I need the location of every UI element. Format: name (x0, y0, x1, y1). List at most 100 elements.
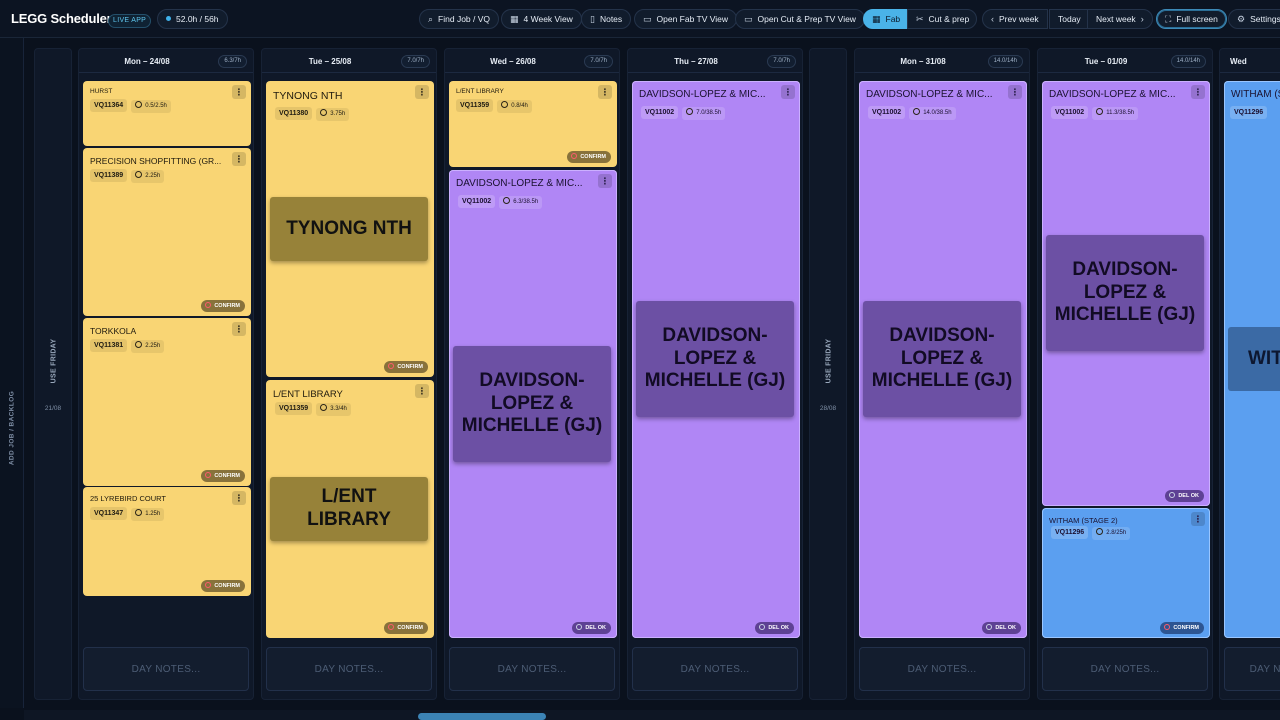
expand-icon: ⛶ (1165, 14, 1172, 24)
find-job-button[interactable]: ⌕ Find Job / VQ (419, 9, 500, 29)
card-menu-icon[interactable]: ⋮ (781, 85, 795, 99)
card-menu-icon[interactable]: ⋮ (1191, 85, 1205, 99)
job-card[interactable]: DAVIDSON-LOPEZ & MIC... ⋮ VQ11002 14.0/38… (859, 81, 1027, 638)
job-hours: 14.0/38.5h (909, 107, 956, 120)
next-week-button[interactable]: Next week › (1087, 9, 1153, 29)
day-notes-input[interactable]: DAY NOTES... (859, 647, 1025, 691)
fab-label: Fab (885, 14, 901, 24)
day-column-mon-24: Mon – 24/08 6.3/7h HURST ⋮ VQ11364 0.5/2.… (78, 48, 254, 700)
job-card[interactable]: DAVIDSON-LOPEZ & MIC... ⋮ VQ11002 11.3/38… (1042, 81, 1210, 506)
grid-icon: ▦ (872, 14, 881, 24)
status-label: CONFIRM (1173, 625, 1199, 631)
use-friday-date: 21/08 (44, 405, 62, 412)
open-cut-prep-tv-button[interactable]: ▭ Open Cut & Prep TV View (735, 9, 865, 29)
notes-button[interactable]: ▯ Notes (581, 9, 632, 29)
job-card[interactable]: 25 LYREBIRD COURT ⋮ VQ11347 1.25h CONFIRM (83, 487, 251, 596)
card-menu-icon[interactable]: ⋮ (232, 491, 246, 505)
use-friday-column[interactable]: USE FRIDAY 28/08 (809, 48, 847, 700)
day-hours-badge: 14.0/14h (1170, 55, 1206, 68)
clock-icon (913, 107, 921, 115)
four-week-view-button[interactable]: ▦ 4 Week View (501, 9, 582, 29)
job-meta: VQ11389 2.25h (90, 169, 165, 183)
full-screen-button[interactable]: ⛶ Full screen (1156, 9, 1227, 29)
job-card[interactable]: DAVIDSON-LOPEZ & MIC... ⋮ VQ11002 7.0/38.… (632, 81, 800, 638)
scissors-icon: ✂ (916, 14, 924, 24)
card-menu-icon[interactable]: ⋮ (232, 152, 246, 166)
status-label: CONFIRM (580, 154, 606, 160)
find-job-label: Find Job / VQ (438, 14, 491, 24)
settings-button[interactable]: ⚙ Settings (1228, 9, 1280, 29)
backlog-panel[interactable]: ADD JOB / BACKLOG (0, 38, 24, 708)
card-menu-icon[interactable]: ⋮ (415, 85, 429, 99)
prev-week-button[interactable]: ‹ Prev week (982, 9, 1048, 29)
job-hours-value: 2.8/25h (1106, 530, 1127, 536)
day-notes-input[interactable]: DAY NOTES... (632, 647, 798, 691)
use-friday-label: USE FRIDAY (825, 338, 833, 384)
status-label: DEL OK (585, 625, 606, 631)
day-title: Thu – 27/08 (674, 57, 718, 66)
day-notes-input[interactable]: DAY NOTES... (449, 647, 615, 691)
job-card[interactable]: PRECISION SHOPFITTING (GR... ⋮ VQ11389 2.… (83, 148, 251, 316)
job-vq: VQ11359 (275, 402, 313, 415)
clock-icon (501, 100, 509, 108)
job-card[interactable]: TORKKOLA ⋮ VQ11381 2.25h CONFIRM (83, 318, 251, 486)
card-menu-icon[interactable]: ⋮ (598, 174, 612, 188)
job-card[interactable]: WITHAM (STAGE 2) ⋮ VQ11296 2.8/25h CONFIR… (1042, 508, 1210, 638)
job-meta: VQ11002 6.3/38.5h (458, 195, 543, 209)
day-title: Mon – 24/08 (124, 57, 170, 66)
job-hours: 0.5/2.5h (131, 100, 171, 113)
job-meta: VQ11364 0.5/2.5h (90, 99, 171, 113)
job-title: PRECISION SHOPFITTING (GR... (90, 156, 222, 166)
today-button[interactable]: Today (1049, 9, 1090, 29)
open-fab-tv-button[interactable]: ▭ Open Fab TV View (634, 9, 738, 29)
job-banner: TYNONG NTH (270, 197, 428, 261)
status-dot-icon (1169, 491, 1176, 498)
job-card[interactable]: HURST ⋮ VQ11364 0.5/2.5h (83, 81, 251, 146)
card-menu-icon[interactable]: ⋮ (598, 85, 612, 99)
job-banner: DAVIDSON-LOPEZ & MICHELLE (GJ) (1046, 235, 1204, 351)
job-title: WITHAM (STAGE 2) (1049, 516, 1118, 525)
card-menu-icon[interactable]: ⋮ (415, 384, 429, 398)
job-card[interactable]: TYNONG NTH ⋮ VQ11380 3.75h TYNONG NTH CON… (266, 81, 434, 377)
day-notes-input[interactable]: DAY NOTES... (1224, 647, 1280, 691)
status-badge: CONFIRM (201, 470, 245, 482)
card-menu-icon[interactable]: ⋮ (232, 322, 246, 336)
day-title: Mon – 31/08 (900, 57, 946, 66)
horizontal-scrollbar[interactable] (24, 710, 1280, 720)
status-label: DEL OK (1178, 493, 1199, 499)
settings-label: Settings (1250, 14, 1280, 24)
scrollbar-thumb[interactable] (418, 713, 546, 720)
day-title: Tue – 25/08 (308, 57, 352, 66)
status-badge: DEL OK (982, 622, 1021, 634)
job-title: L/ENT LIBRARY (273, 389, 343, 400)
job-banner: DAVIDSON-LOPEZ & MICHELLE (GJ) (453, 346, 611, 462)
card-menu-icon[interactable]: ⋮ (232, 85, 246, 99)
day-header: Tue – 01/09 14.0/14h (1038, 49, 1212, 73)
monitor-icon: ▭ (643, 14, 652, 24)
job-card[interactable]: L/ENT LIBRARY ⋮ VQ11359 0.8/4h CONFIRM (449, 81, 617, 167)
fab-toggle-button[interactable]: ▦ Fab (863, 9, 907, 29)
day-notes-input[interactable]: DAY NOTES... (266, 647, 432, 691)
status-badge: CONFIRM (201, 580, 245, 592)
job-card[interactable]: WITHAM (STAGE 2) VQ11296 WITHAM (STAGE 2… (1224, 81, 1280, 638)
clock-icon (320, 403, 328, 411)
status-label: CONFIRM (214, 583, 240, 589)
status-badge: CONFIRM (384, 622, 428, 634)
full-screen-label: Full screen (1176, 14, 1218, 24)
job-card[interactable]: DAVIDSON-LOPEZ & MIC... ⋮ VQ11002 6.3/38.… (449, 170, 617, 638)
status-badge: DEL OK (572, 622, 611, 634)
calendar-icon: ▦ (510, 14, 519, 24)
day-header: Mon – 24/08 6.3/7h (79, 49, 253, 73)
use-friday-column[interactable]: USE FRIDAY 21/08 (34, 48, 72, 700)
monitor-icon: ▭ (744, 14, 753, 24)
card-menu-icon[interactable]: ⋮ (1008, 85, 1022, 99)
cut-prep-toggle-button[interactable]: ✂ Cut & prep (907, 9, 977, 29)
job-hours: 2.25h (131, 170, 165, 183)
day-notes-input[interactable]: DAY NOTES... (83, 647, 249, 691)
job-title: TYNONG NTH (273, 90, 343, 102)
card-menu-icon[interactable]: ⋮ (1191, 512, 1205, 526)
day-notes-input[interactable]: DAY NOTES... (1042, 647, 1208, 691)
clock-icon (135, 340, 143, 348)
job-vq: VQ11347 (90, 507, 128, 520)
job-card[interactable]: L/ENT LIBRARY ⋮ VQ11359 3.3/4h L/ENT LIBR… (266, 380, 434, 638)
